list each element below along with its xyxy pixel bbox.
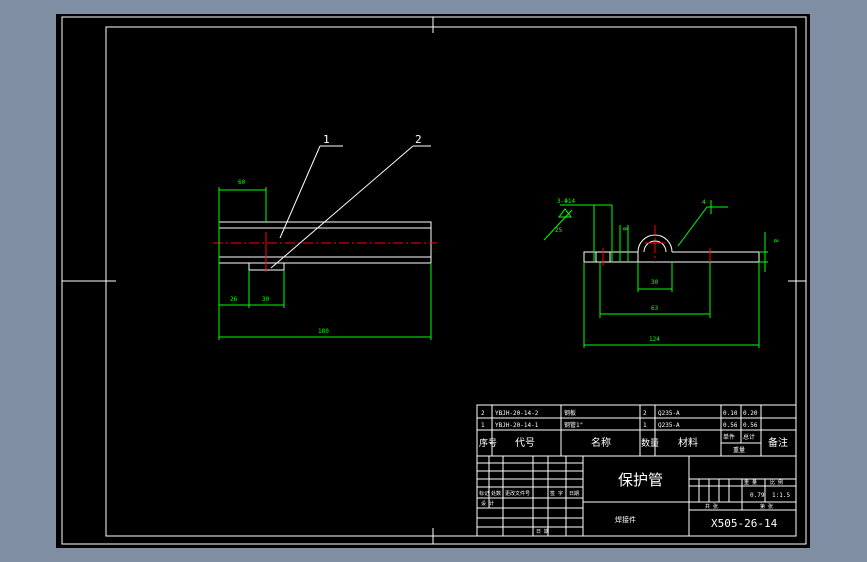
bom-row-2-code: YBJH-20-14-2 xyxy=(495,410,539,417)
bom-header-qty: 数量 xyxy=(641,437,659,449)
dim-26: 26 xyxy=(230,296,238,303)
label-sheet2: 第 张 xyxy=(760,503,773,510)
bom-row-1-unit: 0.56 xyxy=(723,422,738,429)
dim-8-side: 8 xyxy=(621,227,628,231)
bom-header-material: 材料 xyxy=(678,436,698,449)
cad-drawing-canvas: 1 2 60 26 30 180 3-Φ14 25 4 30 63 124 8 … xyxy=(56,14,810,548)
part-name: 保护管 xyxy=(618,471,663,489)
bom-row-1-name: 钢管1" xyxy=(564,421,583,429)
dim-60: 60 xyxy=(238,179,246,186)
bom-row-2-material: Q235-A xyxy=(658,410,680,417)
bom-header-total: 总计 xyxy=(743,433,755,441)
date-label: 日 期 xyxy=(536,529,549,535)
dim-30-right: 30 xyxy=(651,279,659,286)
part-balloon-1: 1 xyxy=(323,133,330,146)
rev-label-mark: 标记 xyxy=(479,490,489,497)
bom-row-1-qty: 1 xyxy=(643,422,647,429)
material-note: 焊接件 xyxy=(615,515,636,524)
dim-63: 63 xyxy=(651,305,659,312)
weight-value: 0.79 xyxy=(750,492,765,499)
bom-header-code: 代号 xyxy=(515,437,535,449)
bom-row-2-total: 0.20 xyxy=(743,410,758,417)
rev-label-date: 日期 xyxy=(569,491,579,497)
dim-124: 124 xyxy=(649,336,660,343)
drawing-number: X505-26-14 xyxy=(711,517,778,530)
bom-header-unit: 单件 xyxy=(723,433,735,441)
part-balloon-4: 4 xyxy=(702,199,706,206)
label-scale: 比 例 xyxy=(770,479,783,486)
bom-row-2-qty: 2 xyxy=(643,410,647,417)
rev-label-count: 处数 xyxy=(491,490,501,497)
bom-header-no: 序号 xyxy=(479,437,497,449)
bom-header-remark: 备注 xyxy=(768,436,788,449)
bom-row-2-no: 2 xyxy=(481,410,485,417)
callout-holes: 3-Φ14 xyxy=(557,198,575,205)
bom-row-1-total: 0.56 xyxy=(743,422,758,429)
dim-180: 180 xyxy=(318,328,329,335)
drawing-sheet xyxy=(56,14,810,548)
rev-label-doc: 更改文件号 xyxy=(505,490,530,497)
design-label: 设 计 xyxy=(481,500,494,507)
bom-header-name: 名称 xyxy=(591,436,611,449)
dim-8-top: 8 xyxy=(772,239,779,243)
bom-row-1-material: Q235-A xyxy=(658,422,680,429)
label-weight: 重 量 xyxy=(744,479,757,486)
part-balloon-2: 2 xyxy=(415,133,422,146)
rev-label-sign: 签 字 xyxy=(550,490,563,497)
bom-row-2-name: 钢板 xyxy=(564,409,576,417)
bom-row-1-no: 1 xyxy=(481,422,485,429)
bom-row-2-unit: 0.10 xyxy=(723,410,738,417)
dim-30-left: 30 xyxy=(262,296,270,303)
callout-surface: 25 xyxy=(555,227,563,234)
scale-value: 1:1.5 xyxy=(772,492,790,499)
bom-header-weight: 重量 xyxy=(733,446,745,454)
bom-row-1-code: YBJH-20-14-1 xyxy=(495,422,539,429)
label-sheet: 共 张 xyxy=(705,503,718,510)
